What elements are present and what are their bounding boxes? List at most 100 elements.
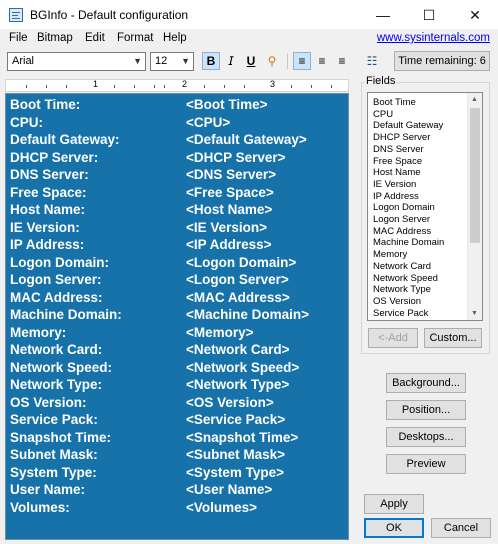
bullets-icon: ☷ [366,54,378,68]
row-value: <Machine Domain> [186,307,310,322]
row-value: <Logon Server> [186,272,289,287]
custom-field-button[interactable]: Custom... [424,328,482,348]
font-size-select[interactable]: 12 ▼ [150,52,194,71]
row-value: <Snapshot Time> [186,429,299,445]
italic-button[interactable]: 𝘐 [222,52,240,70]
ruler-number: 2 [182,79,188,89]
align-right-button[interactable]: ≡ [333,52,351,70]
list-item[interactable]: DHCP Server [373,132,430,144]
row-label: DHCP Server: [10,149,99,165]
list-item[interactable]: DNS Server [373,144,424,156]
scroll-up-icon[interactable]: ▲ [471,96,478,103]
align-left-icon: ≡ [298,54,306,68]
window-title: BGInfo - Default configuration [30,8,189,22]
apply-button[interactable]: Apply [364,494,424,514]
find-button[interactable]: ⚲ [263,52,281,70]
maximize-icon: ☐ [422,6,436,23]
row-value: <CPU> [186,114,231,130]
background-button[interactable]: Background... [386,373,466,393]
font-size-value: 12 [155,55,168,67]
cancel-button[interactable]: Cancel [431,518,491,538]
row-value: <Network Card> [186,342,290,357]
menu-bitmap[interactable]: Bitmap [37,32,73,44]
list-item[interactable]: Network Type [373,284,431,296]
chevron-down-icon: ▼ [133,56,142,66]
row-value: <Memory> [186,324,254,340]
scroll-down-icon[interactable]: ▼ [471,310,478,317]
scrollbar-thumb[interactable] [470,108,480,243]
row-label: Machine Domain: [10,307,122,322]
align-center-button[interactable]: ≡ [313,52,331,70]
row-value: <Service Pack> [186,412,286,427]
list-item[interactable]: Network Speed [373,273,438,285]
list-item[interactable]: Memory [373,249,407,261]
preview-button[interactable]: Preview [386,454,466,474]
title-bar: BGInfo - Default configuration — ☐ ✕ [0,0,498,30]
chevron-down-icon: ▼ [181,56,190,66]
list-item[interactable]: MAC Address [373,226,431,238]
row-value: <Boot Time> [186,97,268,112]
menu-edit[interactable]: Edit [85,32,105,44]
align-left-button[interactable]: ≡ [293,52,311,70]
row-value: <Network Type> [186,377,290,392]
position-button[interactable]: Position... [386,400,466,420]
row-value: <Logon Domain> [186,254,297,270]
desktops-button[interactable]: Desktops... [386,427,466,447]
list-item[interactable]: IE Version [373,179,416,191]
add-field-button[interactable]: <-Add [368,328,418,348]
row-label: Free Space: [10,184,87,200]
minimize-button[interactable]: — [360,0,406,30]
row-label: Host Name: [10,202,86,217]
list-item[interactable]: Default Gateway [373,120,443,132]
template-editor[interactable]: Boot Time: <Boot Time> CPU: <CPU> Default … [5,93,349,540]
list-item[interactable]: OS Version [373,296,421,308]
row-value: <DNS Server> [186,167,277,182]
align-right-icon: ≡ [338,54,346,68]
time-remaining-button[interactable]: Time remaining: 6 [394,51,490,71]
row-value: <System Type> [186,464,285,480]
toolbar-separator [287,53,288,69]
menu-file[interactable]: File [9,32,28,44]
row-label: Volumes: [10,499,70,515]
ruler-number: 1 [93,79,99,89]
list-item[interactable]: IP Address [373,191,419,203]
row-value: <Default Gateway> [186,132,307,147]
row-label: Subnet Mask: [10,447,98,462]
bold-button[interactable]: B [202,52,220,70]
list-item[interactable]: CPU [373,109,393,121]
row-label: Network Speed: [10,359,113,375]
close-button[interactable]: ✕ [452,0,498,30]
fields-listbox[interactable]: Boot Time CPU Default Gateway DHCP Serve… [367,92,483,321]
bginfo-app-icon [9,8,23,22]
list-item[interactable]: Service Pack [373,308,428,320]
list-item[interactable]: Machine Domain [373,237,444,249]
bold-icon: B [206,54,216,68]
menu-format[interactable]: Format [117,32,153,44]
list-item[interactable]: Boot Time [373,97,416,109]
row-label: Logon Domain: [10,254,109,270]
underline-button[interactable]: U [242,52,260,70]
sysinternals-link[interactable]: www.sysinternals.com [377,32,490,44]
row-value: <User Name> [186,482,273,497]
fields-label: Fields [365,75,397,87]
row-label: IE Version: [10,219,80,235]
list-item[interactable]: Network Card [373,261,431,273]
row-label: DNS Server: [10,167,89,182]
list-item[interactable]: Logon Domain [373,202,435,214]
fields-scrollbar[interactable]: ▲ ▼ [467,93,482,320]
font-family-value: Arial [12,55,35,67]
format-toolbar: Arial ▼ 12 ▼ B 𝘐 U ⚲ ≡ ≡ ≡ ☷ Time remain… [0,49,498,74]
maximize-button[interactable]: ☐ [406,0,452,30]
row-label: Snapshot Time: [10,429,112,445]
row-label: IP Address: [10,237,85,252]
ruler-number: 3 [270,79,276,89]
row-value: <IE Version> [186,219,268,235]
ok-button[interactable]: OK [364,518,424,538]
row-value: <Volumes> [186,499,258,515]
list-item[interactable]: Logon Server [373,214,430,226]
bullets-button[interactable]: ☷ [363,52,381,70]
font-family-select[interactable]: Arial ▼ [7,52,146,71]
list-item[interactable]: Free Space [373,156,422,168]
list-item[interactable]: Host Name [373,167,421,179]
menu-help[interactable]: Help [163,32,187,44]
